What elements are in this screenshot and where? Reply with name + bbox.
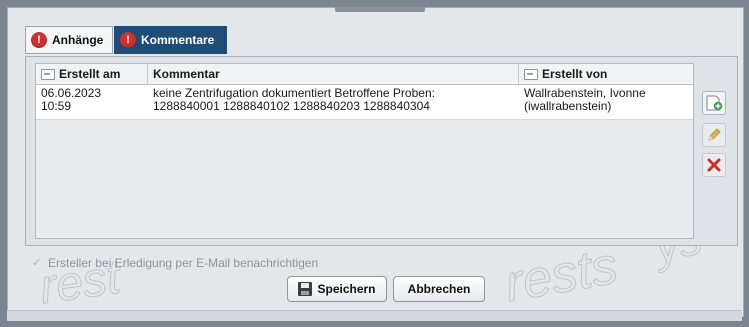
add-comment-button[interactable] <box>702 91 726 115</box>
cell-comment: keine Zentrifugation dokumentiert Betrof… <box>153 86 435 113</box>
edit-comment-button[interactable] <box>702 123 726 147</box>
comments-panel: Erstellt am Kommentar Erstellt von 06.06… <box>25 56 738 246</box>
dialog-footer-strip <box>7 310 742 321</box>
add-note-icon <box>706 95 723 111</box>
cell-date: 06.06.2023 10:59 <box>41 86 102 113</box>
delete-comment-button[interactable] <box>702 153 726 177</box>
notify-checkbox-row[interactable]: ✓ Ersteller bei Erledigung per E-Mail be… <box>32 256 318 270</box>
sort-icon <box>524 68 538 80</box>
tab-label: Anhänge <box>52 33 104 47</box>
tab-anhaenge[interactable]: ! Anhänge <box>25 26 113 54</box>
alert-icon: ! <box>120 32 136 48</box>
column-header-date[interactable]: Erstellt am <box>36 64 148 84</box>
column-header-author[interactable]: Erstellt von <box>519 64 693 84</box>
column-header-comment[interactable]: Kommentar <box>148 64 519 84</box>
table-row[interactable]: 06.06.2023 10:59 keine Zentrifugation do… <box>36 85 693 120</box>
resize-grip[interactable] <box>335 7 425 12</box>
sort-icon <box>41 68 55 80</box>
save-button[interactable]: Speichern <box>287 276 387 302</box>
tab-label: Kommentare <box>141 33 215 47</box>
checkbox-checked-icon[interactable]: ✓ <box>32 257 43 269</box>
cell-author: Wallrabenstein, Ivonne (iwallrabenstein) <box>524 86 646 113</box>
table-header: Erstellt am Kommentar Erstellt von <box>36 64 693 85</box>
notify-label: Ersteller bei Erledigung per E-Mail bena… <box>48 256 319 270</box>
pencil-icon <box>708 128 721 141</box>
floppy-disk-icon <box>298 282 313 296</box>
comments-table: Erstellt am Kommentar Erstellt von 06.06… <box>35 63 694 239</box>
cancel-button[interactable]: Abbrechen <box>393 276 485 302</box>
alert-icon: ! <box>31 32 47 48</box>
tab-kommentare[interactable]: ! Kommentare <box>114 26 227 54</box>
close-icon <box>707 158 721 172</box>
